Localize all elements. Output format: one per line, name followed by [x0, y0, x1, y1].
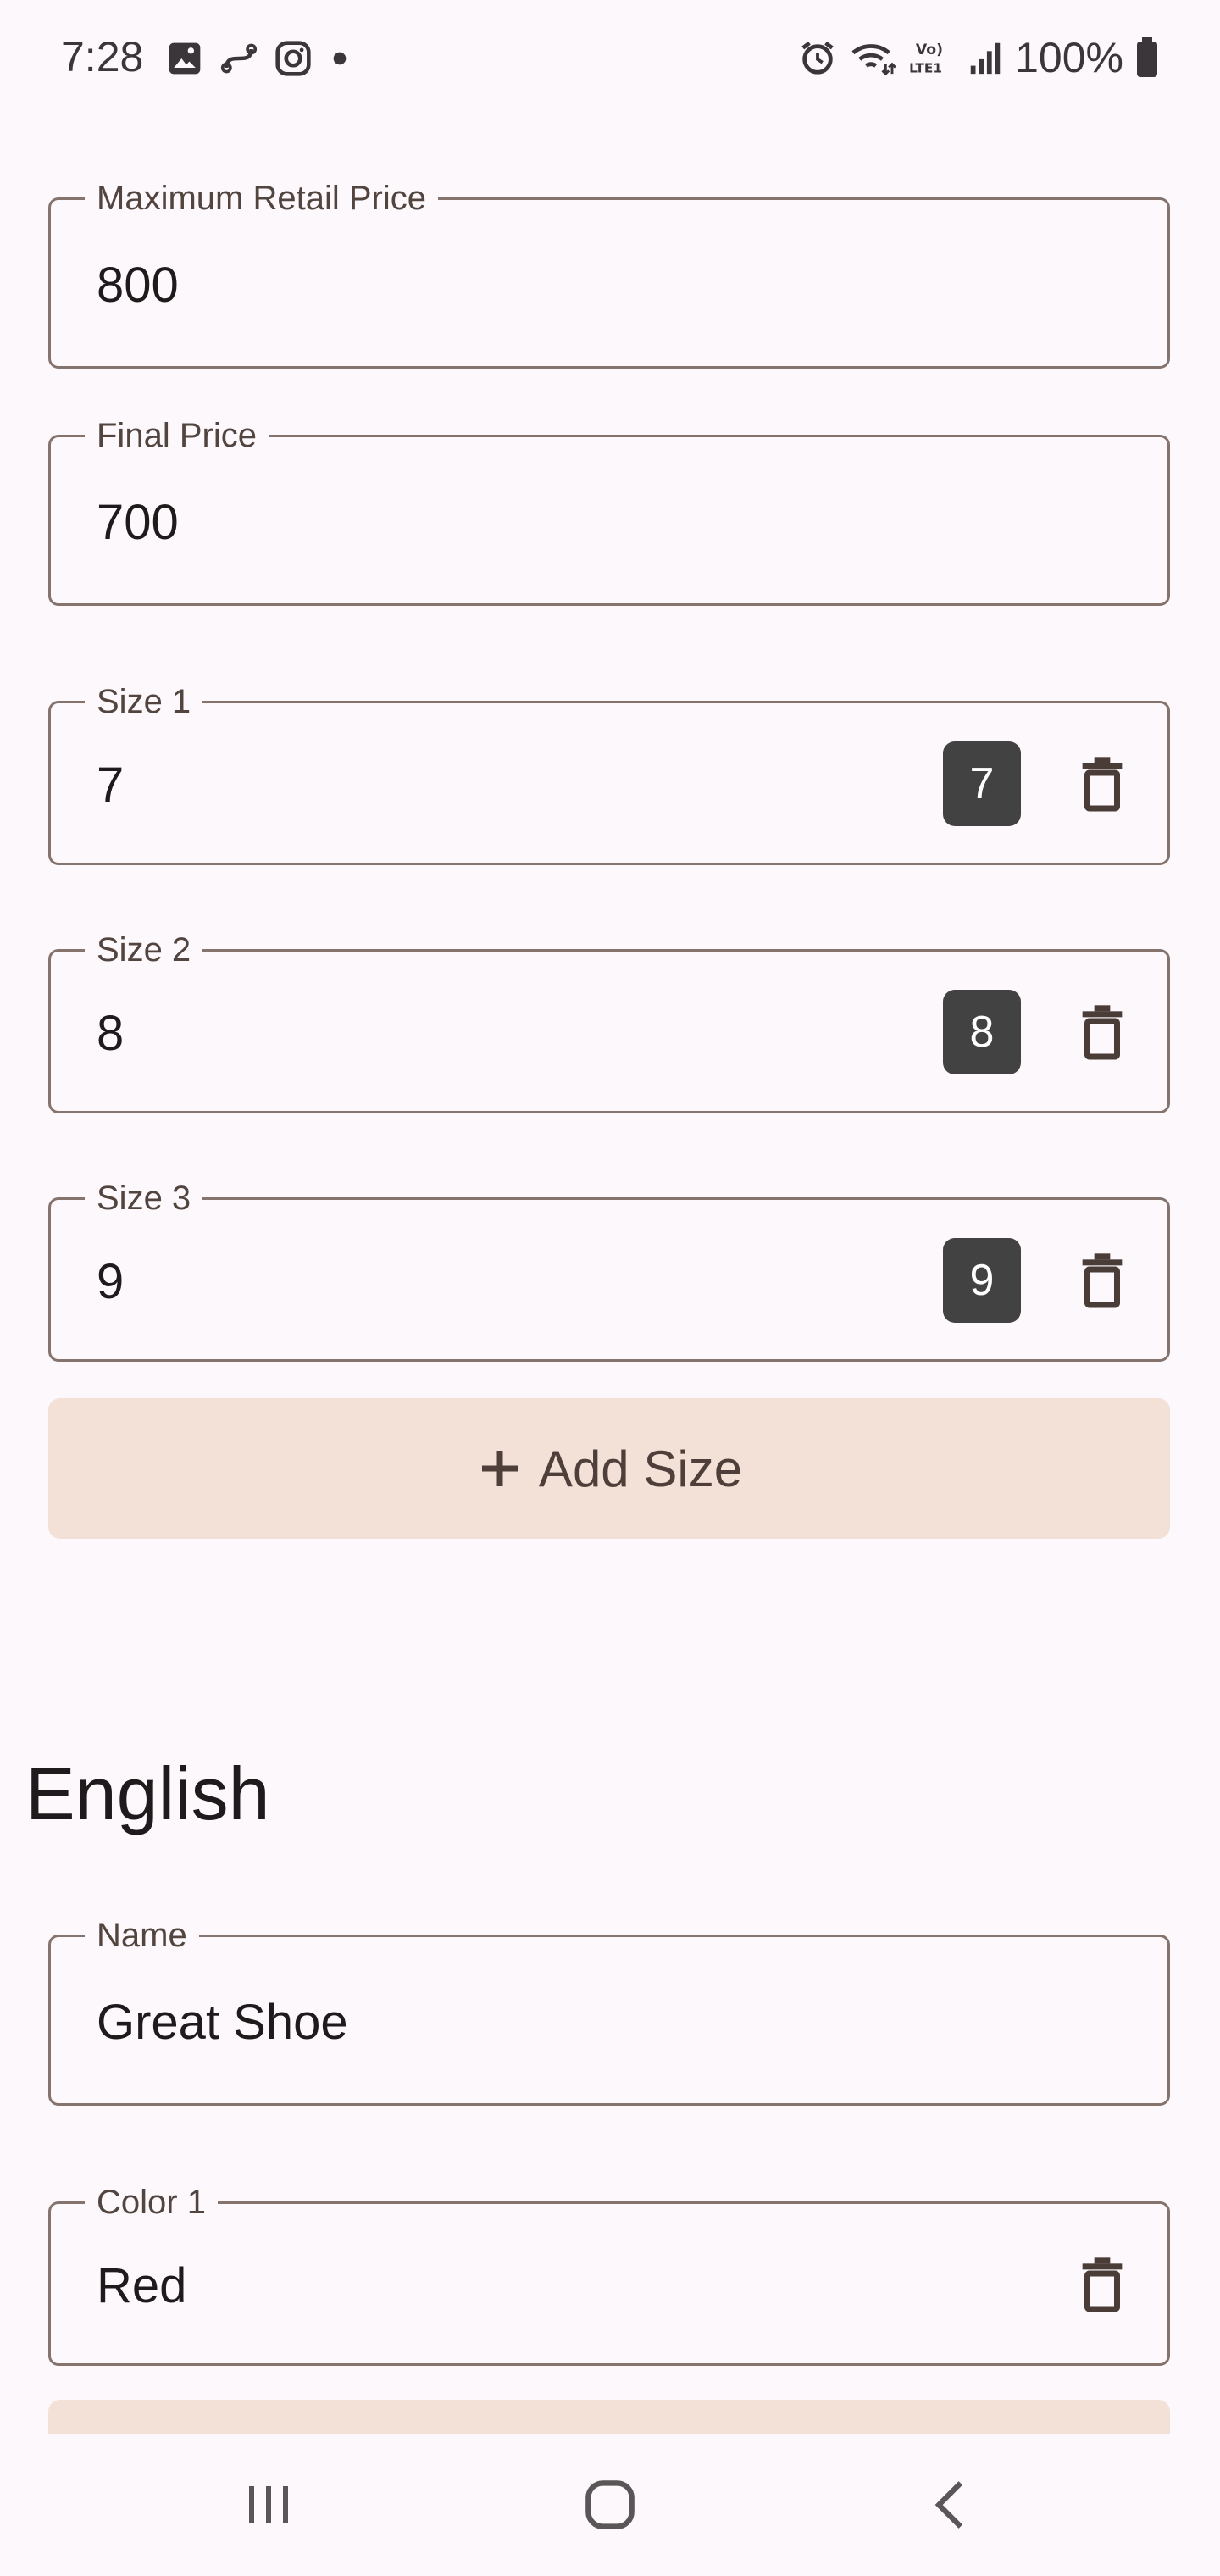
- mrp-label: Maximum Retail Price: [85, 176, 438, 220]
- alarm-icon: [801, 41, 834, 75]
- wifi-icon: [851, 44, 896, 76]
- delete-color-1-icon[interactable]: [1079, 2257, 1126, 2314]
- mrp-field[interactable]: Maximum Retail Price 800: [48, 176, 1170, 369]
- mrp-value[interactable]: 800: [97, 257, 179, 314]
- size-label-3: Size 3: [85, 1176, 203, 1220]
- size-label-2: Size 2: [85, 928, 203, 972]
- final-price-label: Final Price: [85, 414, 269, 458]
- delete-size-2-icon[interactable]: [1079, 1004, 1126, 1062]
- name-label: Name: [85, 1913, 199, 1957]
- final-price-field[interactable]: Final Price 700: [48, 414, 1170, 606]
- english-section-title: English: [25, 1752, 270, 1835]
- svg-text:Vo): Vo): [916, 42, 943, 58]
- size-chip-2: 8: [943, 990, 1021, 1074]
- add-size-label: Add Size: [538, 1440, 743, 1497]
- size-field-2[interactable]: Size 2 8 8: [48, 928, 1170, 1113]
- color-field-1[interactable]: Color 1 Red: [48, 2180, 1170, 2366]
- battery-percent: 100%: [1015, 34, 1123, 81]
- dot-icon: [333, 52, 347, 65]
- back-icon[interactable]: [930, 2478, 969, 2532]
- plus-icon: [481, 1451, 518, 1486]
- volte-icon: Vo) LTE1: [909, 42, 943, 75]
- size-chip-3: 9: [943, 1238, 1021, 1323]
- size-field-3[interactable]: Size 3 9 9: [48, 1176, 1170, 1362]
- size-value-1[interactable]: 7: [97, 757, 124, 813]
- signal-icon: [970, 42, 1001, 75]
- add-color-button[interactable]: [48, 2400, 1170, 2434]
- status-icons-right: Vo) LTE1 100%: [798, 32, 1159, 83]
- battery-icon: [1137, 37, 1157, 77]
- name-field[interactable]: Name Great Shoe: [48, 1913, 1170, 2106]
- size-value-3[interactable]: 9: [97, 1253, 124, 1310]
- svg-text:LTE1: LTE1: [909, 60, 942, 75]
- instagram-icon: [275, 41, 311, 76]
- home-icon[interactable]: [583, 2478, 637, 2532]
- add-size-button[interactable]: Add Size: [48, 1398, 1170, 1539]
- recents-icon[interactable]: [242, 2479, 295, 2530]
- delete-size-3-icon[interactable]: [1079, 1252, 1126, 1310]
- color-label-1: Color 1: [85, 2180, 218, 2224]
- navigation-bar: [0, 2434, 1220, 2576]
- size-value-2[interactable]: 8: [97, 1005, 124, 1062]
- status-icons-left: [166, 37, 352, 80]
- size-chip-1: 7: [943, 741, 1021, 826]
- color-value-1[interactable]: Red: [97, 2257, 186, 2314]
- size-field-1[interactable]: Size 1 7 7: [48, 680, 1170, 865]
- size-label-1: Size 1: [85, 680, 203, 724]
- gallery-icon: [169, 42, 201, 75]
- name-value[interactable]: Great Shoe: [97, 1994, 348, 2051]
- status-time: 7:28: [61, 33, 144, 80]
- link-app-icon: [220, 43, 258, 74]
- delete-size-1-icon[interactable]: [1079, 756, 1126, 813]
- final-price-value[interactable]: 700: [97, 494, 179, 551]
- status-bar: 7:28 Vo) LTE1 100%: [0, 0, 1220, 115]
